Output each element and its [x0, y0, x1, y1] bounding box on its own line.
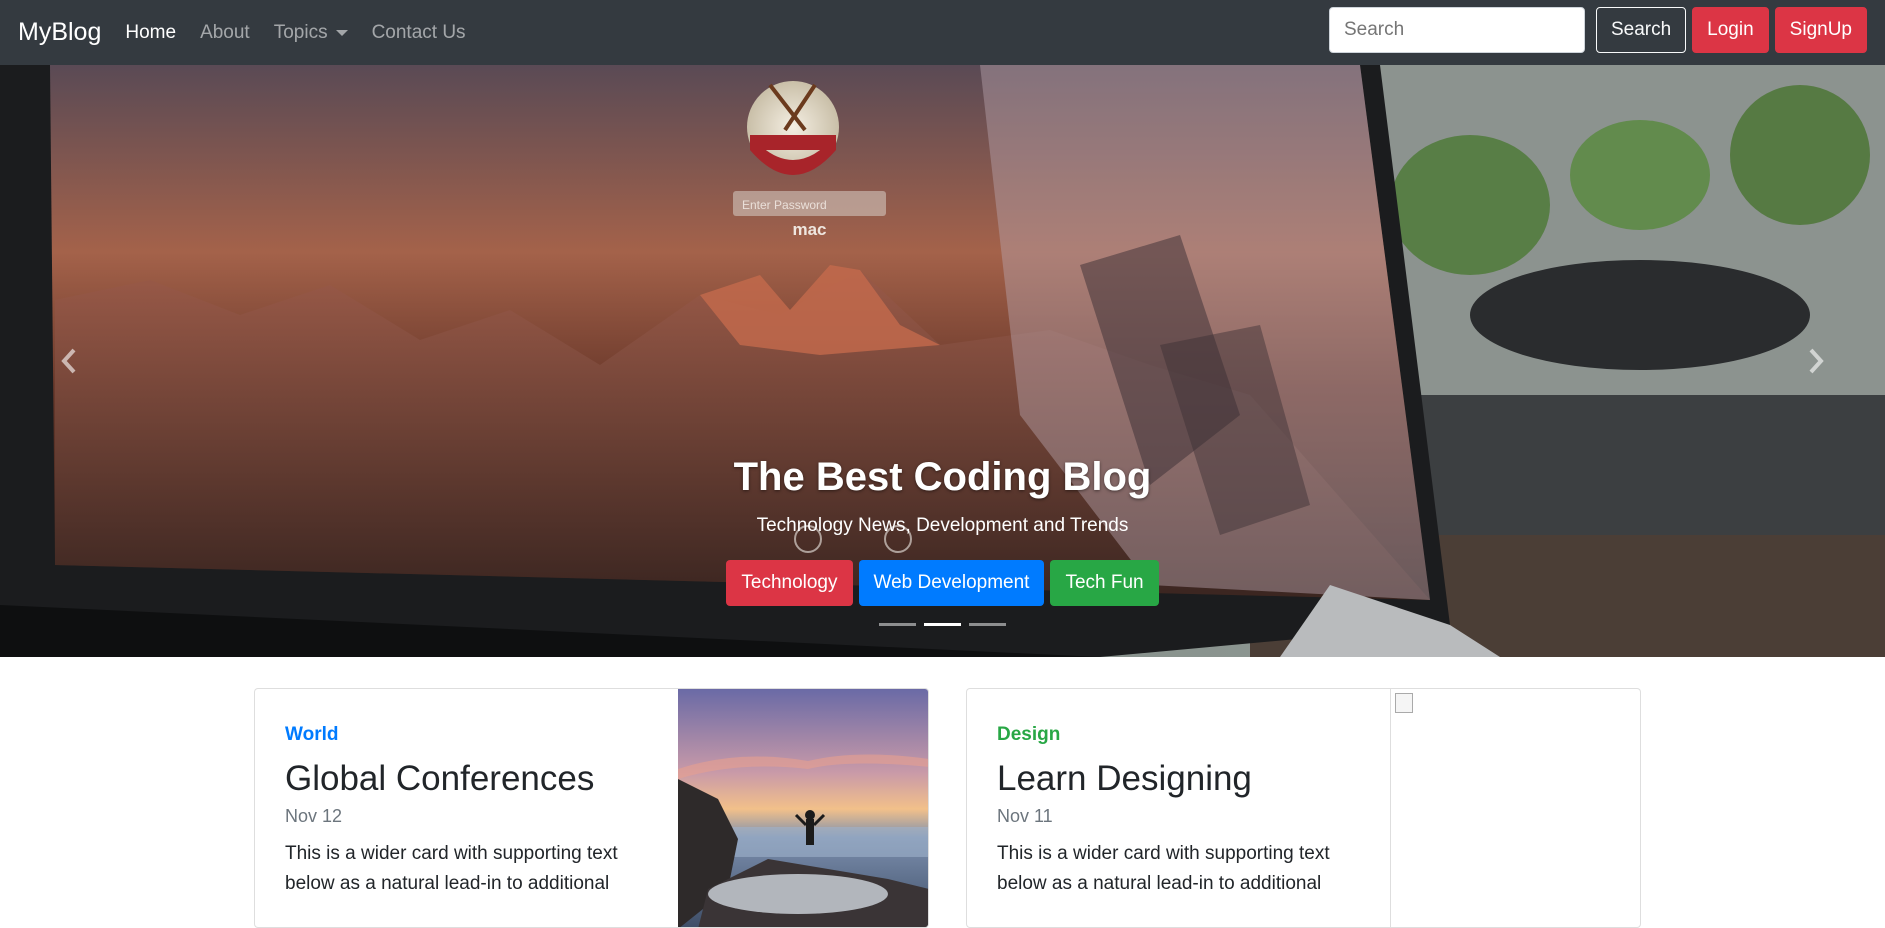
nav-contact[interactable]: Contact Us: [372, 22, 466, 44]
nav-home[interactable]: Home: [125, 22, 176, 44]
carousel-indicators: [0, 623, 1885, 626]
hero-carousel: mac Enter Password The Best Coding Blog …: [0, 65, 1885, 657]
tech-fun-button[interactable]: Tech Fun: [1050, 560, 1159, 606]
nav-actions: Search Login SignUp: [1328, 7, 1867, 53]
card-date: Nov 12: [285, 806, 343, 826]
carousel-indicator-2[interactable]: [924, 623, 961, 626]
nav-topics-dropdown[interactable]: Topics: [274, 22, 348, 44]
chevron-left-icon: [61, 348, 76, 374]
navbar: MyBlog Home About Topics Contact Us Sear…: [0, 0, 1885, 65]
card-text: This is a wider card with supporting tex…: [997, 843, 1330, 894]
card-date: Nov 11: [997, 806, 1053, 826]
hero-title: The Best Coding Blog: [733, 455, 1152, 499]
card-image-sunset-rock: [678, 689, 928, 927]
hero-button-group: Technology Web Development Tech Fun: [0, 560, 1885, 606]
broken-image-icon: [1395, 693, 1413, 713]
nav-about[interactable]: About: [200, 22, 250, 44]
nav-topics-label: Topics: [273, 21, 328, 43]
search-button[interactable]: Search: [1595, 7, 1687, 53]
screen-username: mac: [792, 220, 827, 239]
brand-logo[interactable]: MyBlog: [18, 18, 101, 47]
carousel-indicator-1[interactable]: [879, 623, 916, 626]
card-text: This is a wider card with supporting tex…: [285, 843, 618, 894]
card-category: World: [285, 724, 339, 745]
signup-button[interactable]: SignUp: [1774, 7, 1867, 53]
card-image-broken: [1390, 689, 1640, 927]
card-title: Global Conferences: [285, 759, 595, 798]
chevron-right-icon: [1809, 348, 1824, 374]
card-category: Design: [997, 724, 1061, 745]
hero-subtitle: Technology News, Development and Trends: [756, 515, 1129, 536]
post-card-world[interactable]: World Global Conferences Nov 12 This is …: [254, 688, 929, 928]
chevron-down-icon: [335, 29, 348, 36]
login-button[interactable]: Login: [1692, 7, 1769, 53]
web-development-button[interactable]: Web Development: [858, 560, 1045, 606]
search-input[interactable]: [1328, 7, 1585, 53]
card-title: Learn Designing: [997, 759, 1252, 798]
post-card-design[interactable]: Design Learn Designing Nov 11 This is a …: [966, 688, 1641, 928]
technology-button[interactable]: Technology: [726, 560, 853, 606]
carousel-indicator-3[interactable]: [969, 623, 1006, 626]
screen-password-placeholder: Enter Password: [742, 198, 827, 212]
